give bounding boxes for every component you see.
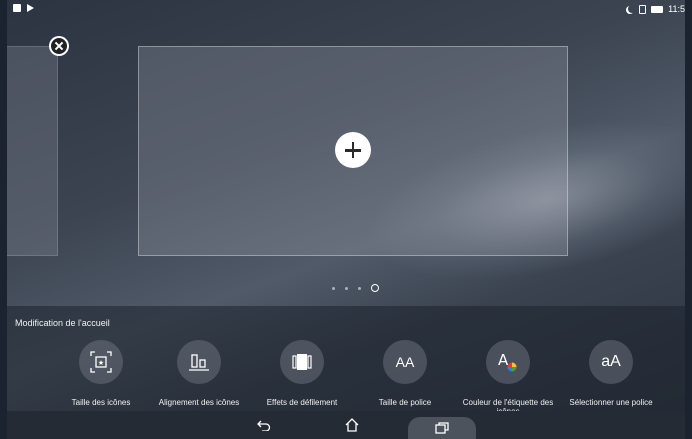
option-label-color[interactable]: A Couleur de l'étiquette des icônes: [456, 340, 560, 416]
option-icon-size[interactable]: ★ Taille des icônes: [49, 340, 153, 407]
icon-size-icon: ★: [79, 340, 123, 384]
home-icon: [345, 418, 359, 432]
no-sim-icon: [639, 4, 647, 14]
back-button[interactable]: [252, 416, 276, 434]
option-font-size[interactable]: AA Taille de police: [353, 340, 457, 407]
page-dot[interactable]: [332, 286, 335, 290]
recents-button[interactable]: [408, 417, 476, 439]
font-size-icon: AA: [383, 340, 427, 384]
battery-icon: [651, 5, 664, 13]
navigation-bar: [7, 411, 685, 439]
previous-page-preview[interactable]: [7, 46, 58, 256]
system-icons: 11:5: [626, 4, 685, 14]
page-dot[interactable]: [358, 286, 361, 290]
home-screen-editor: 11:5 Modification de l'accueil ★ Taille …: [7, 0, 685, 439]
home-edit-panel: Modification de l'accueil ★ Taille des i…: [7, 306, 685, 416]
option-label: Taille de police: [378, 398, 432, 407]
edit-panel-title: Modification de l'accueil: [15, 318, 110, 328]
remove-page-button[interactable]: [49, 36, 69, 56]
option-icon-alignment[interactable]: Alignement des icônes: [147, 340, 251, 407]
add-page-button[interactable]: [335, 132, 371, 168]
option-label: Alignement des icônes: [158, 398, 240, 407]
add-page-panel[interactable]: [138, 46, 568, 256]
select-font-glyph: aA: [601, 353, 621, 370]
option-select-font[interactable]: aA Sélectionner une police: [559, 340, 663, 407]
select-font-icon: aA: [589, 340, 633, 384]
option-label: Sélectionner une police: [569, 398, 653, 407]
label-color-icon: A: [486, 340, 530, 384]
back-icon: [257, 420, 271, 431]
font-size-glyph: AA: [395, 354, 415, 370]
svg-text:★: ★: [98, 359, 104, 367]
notification-icons: [13, 4, 34, 12]
svg-text:A: A: [498, 351, 509, 369]
close-icon: [51, 38, 67, 54]
option-label: Effets de défilement: [266, 398, 338, 407]
scroll-effects-icon: [280, 340, 324, 384]
icon-alignment-icon: [177, 340, 221, 384]
home-button[interactable]: [340, 416, 364, 434]
clock: 11:5: [668, 4, 685, 14]
page-dot-active[interactable]: [371, 284, 379, 292]
page-dot[interactable]: [345, 286, 348, 290]
page-indicator: [332, 284, 379, 292]
option-scroll-effects[interactable]: Effets de défilement: [250, 340, 354, 407]
play-store-icon: [27, 4, 34, 12]
do-not-disturb-icon: [628, 5, 636, 13]
notification-icon: [13, 4, 21, 12]
status-bar: 11:5: [7, 0, 685, 20]
option-label: Taille des icônes: [71, 398, 131, 407]
recents-icon: [435, 422, 449, 434]
